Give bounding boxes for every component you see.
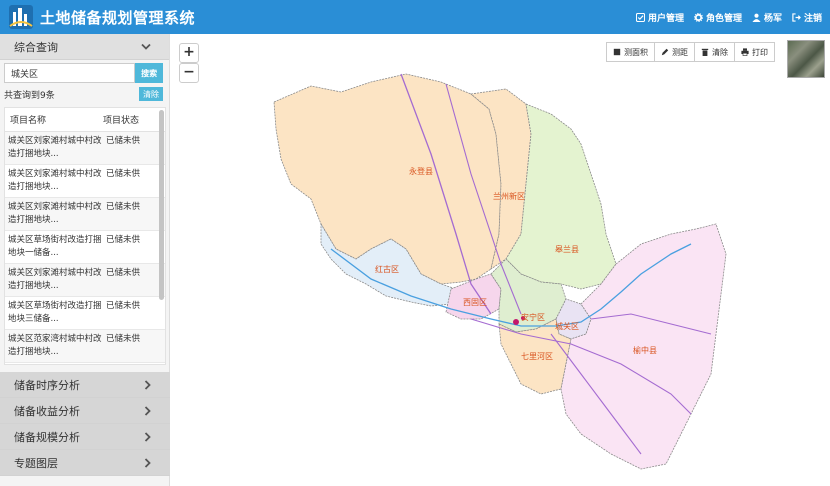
gear-icon [693, 12, 703, 22]
print-button[interactable]: 打印 [735, 43, 774, 61]
section-title: 储备收益分析 [14, 404, 80, 418]
search-input[interactable] [4, 63, 136, 83]
sidebar: 综合查询 搜索 共查询到9条 清除 项目名称 项目状态 城关区刘家滩村城中村改造… [0, 34, 170, 486]
table-row[interactable]: 城关区草场街村改造打捆地块三储备... 已储未供 [5, 297, 165, 330]
clear-measure-label: 清除 [712, 47, 728, 57]
row-name: 城关区草场街村改造打捆地块三储备... [8, 301, 102, 324]
logout-link[interactable]: 注销 [792, 11, 822, 24]
clear-button[interactable]: 清除 [139, 87, 163, 101]
district-label: 永登县 [409, 166, 433, 176]
table-row[interactable]: 城关区刘家滩村城中村改造打捆地块... 已储未供 [5, 132, 165, 165]
clear-measure-button[interactable]: 清除 [695, 43, 735, 61]
query-section-header[interactable]: 综合查询 [0, 34, 169, 60]
section-title: 储备时序分析 [14, 378, 80, 392]
district-label: 榆中县 [633, 345, 657, 355]
section-title: 专题图层 [14, 456, 58, 470]
row-status: 已储未供 [106, 268, 141, 278]
role-management-link[interactable]: 角色管理 [693, 11, 742, 24]
search-button[interactable]: 搜索 [135, 63, 163, 83]
section-storage-scale[interactable]: 储备规模分析 [0, 424, 170, 450]
row-status: 已储未供 [106, 334, 141, 344]
area-icon [613, 48, 621, 56]
row-name: 城关区范家湾村城中村改造打捆地块... [8, 334, 102, 357]
user-management-label: 用户管理 [647, 13, 684, 24]
measure-area-label: 测面积 [624, 47, 648, 57]
table-row[interactable]: 城关区刘家滩村城中村改造打捆地块... 已储未供 [5, 198, 165, 231]
role-management-label: 角色管理 [705, 13, 742, 24]
row-status: 已储未供 [106, 301, 141, 311]
table-row[interactable]: 城关区刘家滩村城中村改造打捆地块... 已储未供 [5, 165, 165, 198]
table-header: 项目名称 项目状态 [5, 108, 165, 132]
table-row[interactable]: 城关区刘家滩村城中村改造打捆地块... 已储未供 [5, 264, 165, 297]
user-icon [752, 13, 761, 22]
row-name: 城关区刘家滩村城中村改造打捆地块... [8, 136, 102, 159]
measure-distance-label: 测距 [672, 47, 688, 57]
district-label: 安宁区 [521, 312, 545, 322]
print-icon [741, 48, 749, 56]
map-toolbar: 测面积 测距 清除 打印 [606, 42, 775, 62]
map-view[interactable]: 永登县 兰州新区 皋兰县 红古区 西固区 安宁区 城关区 七里河区 榆中县 + … [171, 34, 830, 486]
row-name: 城关区刘家滩村城中村改造打捆地块... [8, 169, 102, 192]
row-name: 城关区草场街村改造打捆地块一储备... [8, 235, 102, 258]
check-square-icon [635, 12, 645, 22]
top-nav: 用户管理 角色管理 杨军 注销 [626, 0, 822, 34]
row-status: 已储未供 [106, 136, 141, 146]
measure-area-button[interactable]: 测面积 [607, 43, 655, 61]
row-status: 已储未供 [106, 202, 141, 212]
print-label: 打印 [752, 47, 768, 57]
district-map[interactable]: 永登县 兰州新区 皋兰县 红古区 西固区 安宁区 城关区 七里河区 榆中县 [171, 34, 830, 486]
chevron-right-icon [144, 431, 151, 442]
district-label: 西固区 [463, 298, 487, 307]
result-count-row: 共查询到9条 清除 [0, 83, 169, 103]
district-label: 皋兰县 [555, 244, 579, 254]
logout-label: 注销 [803, 13, 822, 24]
zoom-in-button[interactable]: + [179, 43, 199, 63]
trash-icon [701, 48, 709, 56]
accordion-sections: 储备时序分析 储备收益分析 储备规模分析 专题图层 [0, 372, 170, 476]
district-label: 兰州新区 [493, 191, 525, 201]
section-storage-timing[interactable]: 储备时序分析 [0, 372, 170, 398]
section-title: 储备规模分析 [14, 430, 80, 444]
query-section-title: 综合查询 [14, 40, 58, 54]
chevron-right-icon [144, 405, 151, 416]
app-title: 土地储备规划管理系统 [40, 8, 196, 27]
user-name: 杨军 [763, 13, 782, 24]
result-count: 共查询到9条 [4, 90, 55, 101]
row-name: 城关区刘家滩村城中村改造打捆地块... [8, 202, 102, 225]
search-row: 搜索 [0, 60, 169, 83]
user-management-link[interactable]: 用户管理 [635, 11, 684, 24]
project-marker[interactable] [513, 319, 519, 325]
chevron-down-icon [141, 43, 151, 50]
column-header-status: 项目状态 [103, 116, 140, 126]
chevron-right-icon [144, 379, 151, 390]
row-status: 已储未供 [106, 235, 141, 245]
district-label: 七里河区 [521, 351, 553, 361]
results-table: 项目名称 项目状态 城关区刘家滩村城中村改造打捆地块... 已储未供 城关区刘家滩… [4, 107, 166, 365]
section-storage-revenue[interactable]: 储备收益分析 [0, 398, 170, 424]
top-bar: 土地储备规划管理系统 用户管理 角色管理 杨军 注销 [0, 0, 830, 34]
district-label: 红古区 [375, 264, 399, 274]
table-row[interactable]: 城关区草场街村改造打捆地块一储备... 已储未供 [5, 231, 165, 264]
row-status: 已储未供 [106, 169, 141, 179]
row-name: 城关区刘家滩村城中村改造打捆地块... [8, 268, 102, 291]
zoom-out-button[interactable]: − [179, 63, 199, 83]
chevron-right-icon [144, 457, 151, 468]
measure-distance-button[interactable]: 测距 [655, 43, 695, 61]
district-label: 城关区 [555, 321, 579, 331]
column-header-name: 项目名称 [10, 116, 47, 126]
table-row[interactable]: 城关区范家湾村城中村改造打捆地块... 已储未供 [5, 330, 165, 363]
pencil-icon [661, 48, 669, 56]
logout-icon [792, 12, 801, 22]
app-logo-icon [9, 5, 33, 29]
table-body: 城关区刘家滩村城中村改造打捆地块... 已储未供 城关区刘家滩村城中村改造打捆地块… [5, 132, 165, 363]
table-scrollbar[interactable] [159, 110, 164, 300]
basemap-switcher[interactable] [787, 40, 825, 78]
section-thematic-layers[interactable]: 专题图层 [0, 450, 170, 476]
user-profile-link[interactable]: 杨军 [752, 11, 782, 24]
